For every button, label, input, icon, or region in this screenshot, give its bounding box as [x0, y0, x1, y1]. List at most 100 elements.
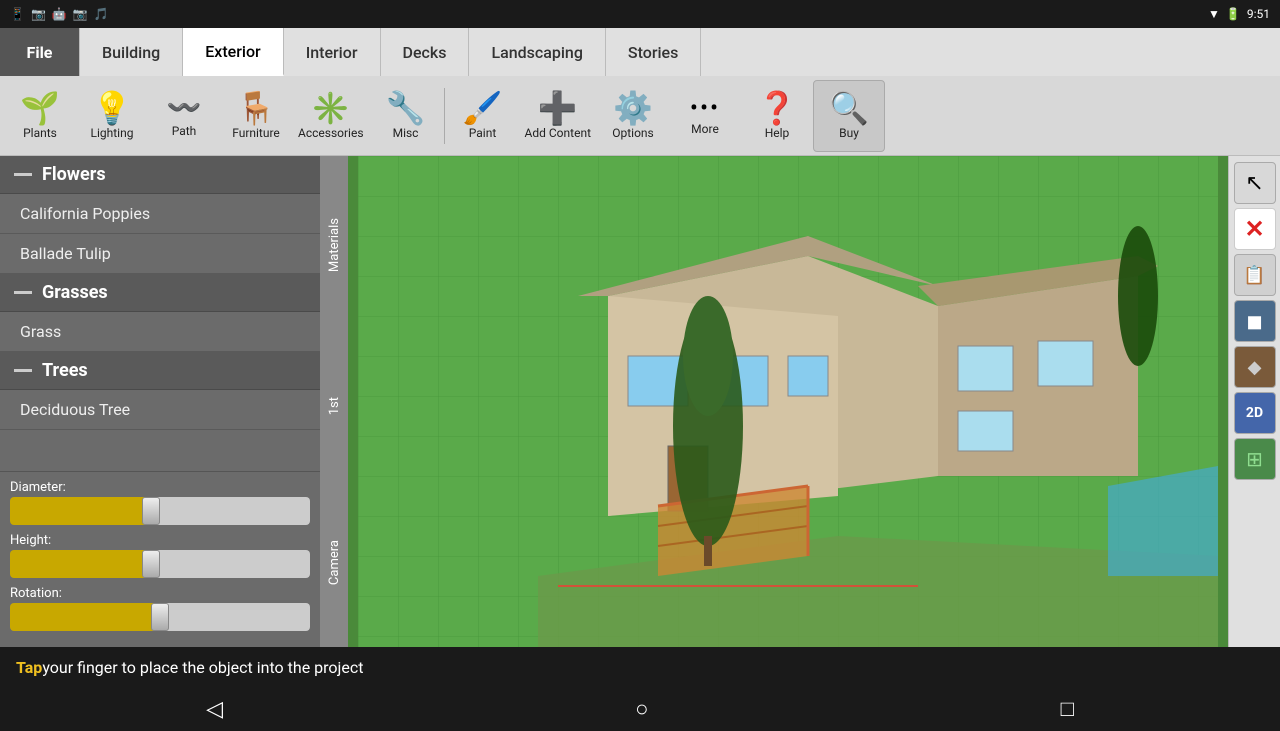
- tool-accessories[interactable]: ✳️ Accessories: [292, 80, 370, 152]
- status-left-icons: 📱 📷 🤖 📷 🎵: [10, 7, 109, 21]
- app-icon-2: 📷: [31, 7, 46, 21]
- trees-label: Trees: [42, 360, 88, 381]
- slider-height-row: Height:: [10, 533, 310, 578]
- rotation-label: Rotation:: [10, 586, 310, 601]
- flowers-dash: [14, 173, 32, 176]
- height-track[interactable]: [10, 550, 310, 578]
- tool-furniture[interactable]: 🪑 Furniture: [220, 80, 292, 152]
- tab-bar: File Building Exterior Interior Decks La…: [0, 28, 1280, 76]
- tool-add-content[interactable]: ➕ Add Content: [519, 80, 597, 152]
- bottom-status: Tap your finger to place the object into…: [0, 647, 1280, 687]
- add-content-label: Add Content: [525, 126, 591, 140]
- trees-dash: [14, 369, 32, 372]
- tab-stories[interactable]: Stories: [606, 28, 701, 76]
- side-label-camera[interactable]: Camera: [327, 520, 342, 605]
- right-toolbar: ↖ ✕ 📋 ◼ ◆ 2D ⊞: [1228, 156, 1280, 647]
- 2d-view-button[interactable]: 2D: [1234, 392, 1276, 434]
- status-right-icons: ▼ 🔋 9:51: [1208, 7, 1270, 21]
- height-thumb[interactable]: [142, 550, 160, 578]
- flowers-label: Flowers: [42, 164, 106, 185]
- misc-label: Misc: [393, 126, 419, 140]
- accessories-icon: ✳️: [311, 92, 351, 124]
- tab-landscaping[interactable]: Landscaping: [469, 28, 605, 76]
- add-content-icon: ➕: [538, 92, 578, 124]
- rotation-track[interactable]: [10, 603, 310, 631]
- time-display: 9:51: [1247, 7, 1270, 21]
- grid-button[interactable]: ⊞: [1234, 438, 1276, 480]
- grasses-dash: [14, 291, 32, 294]
- toolbar: 🌱 Plants 💡 Lighting 〰️ Path 🪑 Furniture …: [0, 76, 1280, 156]
- diameter-track[interactable]: [10, 497, 310, 525]
- battery-icon: 🔋: [1226, 7, 1241, 21]
- paint-icon: 🖌️: [463, 92, 503, 124]
- material-3d-button[interactable]: ◼: [1234, 300, 1276, 342]
- tool-buy[interactable]: 🔍 Buy: [813, 80, 885, 152]
- tab-decks[interactable]: Decks: [381, 28, 470, 76]
- cursor-button[interactable]: ↖: [1234, 162, 1276, 204]
- help-icon: ❓: [757, 92, 797, 124]
- tool-path[interactable]: 〰️ Path: [148, 80, 220, 152]
- tab-exterior[interactable]: Exterior: [183, 28, 283, 76]
- tab-file[interactable]: File: [0, 28, 80, 76]
- misc-icon: 🔧: [386, 92, 426, 124]
- more-icon: •••: [690, 96, 720, 120]
- left-panel: Flowers California Poppies Ballade Tulip…: [0, 156, 320, 647]
- plants-icon: 🌱: [20, 92, 60, 124]
- plants-label: Plants: [23, 126, 57, 140]
- item-california-poppies[interactable]: California Poppies: [0, 194, 320, 234]
- buy-icon: 🔍: [829, 92, 869, 124]
- status-tap-word: Tap: [16, 658, 42, 677]
- tool-options[interactable]: ⚙️ Options: [597, 80, 669, 152]
- terrain-button[interactable]: ◆: [1234, 346, 1276, 388]
- rotation-thumb[interactable]: [151, 603, 169, 631]
- app-icon-4: 📷: [73, 7, 88, 21]
- status-bar: 📱 📷 🤖 📷 🎵 ▼ 🔋 9:51: [0, 0, 1280, 28]
- lighting-icon: 💡: [92, 92, 132, 124]
- sliders-area: Diameter: Height: Rotation:: [0, 471, 320, 647]
- item-deciduous-tree[interactable]: Deciduous Tree: [0, 390, 320, 430]
- accessories-label: Accessories: [298, 126, 364, 140]
- tool-more[interactable]: ••• More: [669, 80, 741, 152]
- tool-misc[interactable]: 🔧 Misc: [370, 80, 442, 152]
- diameter-thumb[interactable]: [142, 497, 160, 525]
- side-label-materials[interactable]: Materials: [327, 198, 342, 292]
- delete-button[interactable]: ✕: [1234, 208, 1276, 250]
- main-area: Flowers California Poppies Ballade Tulip…: [0, 156, 1280, 647]
- viewport[interactable]: [348, 156, 1228, 647]
- slider-rotation-row: Rotation:: [10, 586, 310, 631]
- toolbar-separator: [444, 88, 445, 144]
- options-icon: ⚙️: [613, 92, 653, 124]
- copy-button[interactable]: 📋: [1234, 254, 1276, 296]
- category-list: Flowers California Poppies Ballade Tulip…: [0, 156, 320, 471]
- slider-diameter-row: Diameter:: [10, 480, 310, 525]
- grasses-label: Grasses: [42, 282, 108, 303]
- lighting-label: Lighting: [91, 126, 134, 140]
- status-rest-text: your finger to place the object into the…: [42, 658, 363, 677]
- nav-bar: ◁ ○ □: [0, 687, 1280, 731]
- item-ballade-tulip[interactable]: Ballade Tulip: [0, 234, 320, 274]
- tool-help[interactable]: ❓ Help: [741, 80, 813, 152]
- tool-paint[interactable]: 🖌️ Paint: [447, 80, 519, 152]
- diameter-label: Diameter:: [10, 480, 310, 495]
- buy-label: Buy: [839, 126, 859, 140]
- category-grasses[interactable]: Grasses: [0, 274, 320, 312]
- more-label: More: [691, 122, 719, 136]
- app-icon-1: 📱: [10, 7, 25, 21]
- side-label-1st[interactable]: 1st: [327, 377, 342, 435]
- app-icon-5: 🎵: [94, 7, 109, 21]
- furniture-label: Furniture: [232, 126, 280, 140]
- category-flowers[interactable]: Flowers: [0, 156, 320, 194]
- item-grass[interactable]: Grass: [0, 312, 320, 352]
- tool-plants[interactable]: 🌱 Plants: [4, 80, 76, 152]
- path-label: Path: [172, 124, 197, 138]
- side-labels: Materials 1st Camera: [320, 156, 348, 647]
- home-button[interactable]: ○: [615, 688, 668, 730]
- recent-button[interactable]: □: [1041, 688, 1094, 730]
- back-button[interactable]: ◁: [186, 689, 243, 730]
- tool-lighting[interactable]: 💡 Lighting: [76, 80, 148, 152]
- category-trees[interactable]: Trees: [0, 352, 320, 390]
- tab-building[interactable]: Building: [80, 28, 183, 76]
- furniture-icon: 🪑: [236, 92, 276, 124]
- options-label: Options: [612, 126, 654, 140]
- tab-interior[interactable]: Interior: [284, 28, 381, 76]
